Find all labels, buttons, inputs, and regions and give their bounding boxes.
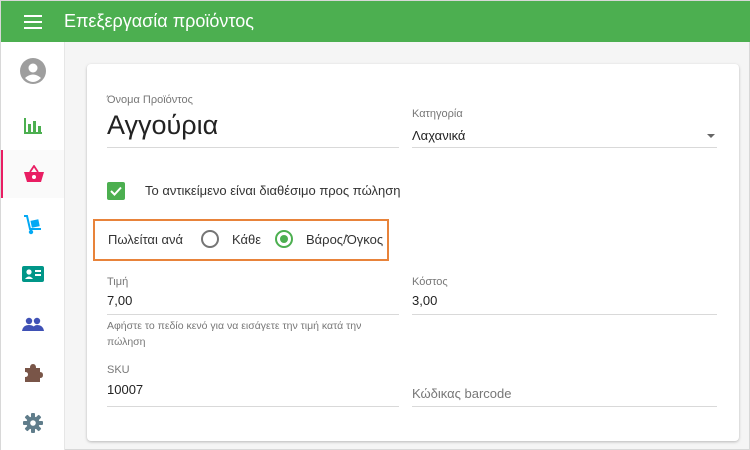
sold-by-weight-radio[interactable] (275, 230, 293, 248)
category-underline (412, 147, 717, 148)
barcode-placeholder[interactable]: Κώδικας barcode (412, 386, 512, 401)
settings-icon (22, 413, 43, 433)
sidebar-item-settings[interactable] (1, 399, 64, 447)
category-value[interactable]: Λαχανικά (412, 128, 465, 143)
cost-label: Κόστος (412, 276, 448, 288)
people-icon (21, 317, 44, 331)
price-field[interactable]: Τιμή 7,00 Αφήστε το πεδίο κενό για να ει… (107, 276, 399, 348)
product-form-card: Όνομα Προϊόντος Αγγούρια Κατηγορία Λαχαν… (87, 64, 739, 441)
app-bar: Επεξεργασία προϊόντος (1, 1, 750, 42)
price-value[interactable]: 7,00 (107, 293, 132, 308)
sold-by-weight-label[interactable]: Βάρος/Όγκος (306, 232, 383, 247)
sold-by-each-label[interactable]: Κάθε (232, 232, 261, 247)
sold-by-group: Πωλείται ανά Κάθε Βάρος/Όγκος (93, 219, 389, 261)
shopping-basket-icon (23, 165, 44, 182)
sidebar-item-products[interactable] (1, 150, 64, 198)
available-label[interactable]: Το αντικείμενο είναι διαθέσιμο προς πώλη… (145, 183, 400, 198)
hand-truck-icon (23, 215, 41, 235)
available-checkbox[interactable] (107, 182, 125, 200)
sku-label: SKU (107, 364, 130, 376)
sold-by-label: Πωλείται ανά (108, 232, 183, 247)
contact-card-icon (21, 266, 44, 282)
sidebar-item-account[interactable] (1, 47, 64, 95)
sidebar (1, 42, 65, 450)
cost-underline (412, 314, 717, 315)
product-name-label: Όνομα Προϊόντος (107, 94, 193, 106)
menu-icon (24, 14, 42, 29)
barcode-field[interactable]: Κώδικας barcode (412, 382, 717, 408)
sku-underline (107, 406, 399, 407)
sold-by-each-radio[interactable] (201, 230, 219, 248)
product-name-value[interactable]: Αγγούρια (107, 110, 218, 141)
price-label: Τιμή (107, 276, 129, 288)
dropdown-arrow-icon[interactable] (707, 134, 715, 138)
account-circle-icon (19, 58, 46, 84)
cost-field[interactable]: Κόστος 3,00 (412, 276, 717, 316)
sidebar-item-customers[interactable] (1, 250, 64, 298)
product-name-underline (107, 147, 399, 148)
sku-value[interactable]: 10007 (107, 382, 143, 397)
menu-button[interactable] (17, 6, 49, 38)
sidebar-item-reports[interactable] (1, 102, 64, 150)
sidebar-item-addons[interactable] (1, 349, 64, 397)
sku-field[interactable]: SKU 10007 (107, 364, 399, 408)
cost-value[interactable]: 3,00 (412, 293, 437, 308)
puzzle-icon (24, 364, 43, 382)
sidebar-item-inventory[interactable] (1, 201, 64, 249)
product-name-field[interactable]: Όνομα Προϊόντος Αγγούρια (107, 94, 399, 149)
checkmark-icon (110, 186, 122, 196)
price-underline (107, 314, 399, 315)
bar-chart-icon (23, 118, 42, 134)
category-label: Κατηγορία (412, 108, 463, 120)
category-select[interactable]: Κατηγορία Λαχανικά (412, 108, 717, 149)
barcode-underline (412, 406, 717, 407)
price-hint: Αφήστε το πεδίο κενό για να εισάγετε την… (107, 320, 362, 348)
sidebar-item-employees[interactable] (1, 300, 64, 348)
page-title: Επεξεργασία προϊόντος (64, 11, 254, 31)
